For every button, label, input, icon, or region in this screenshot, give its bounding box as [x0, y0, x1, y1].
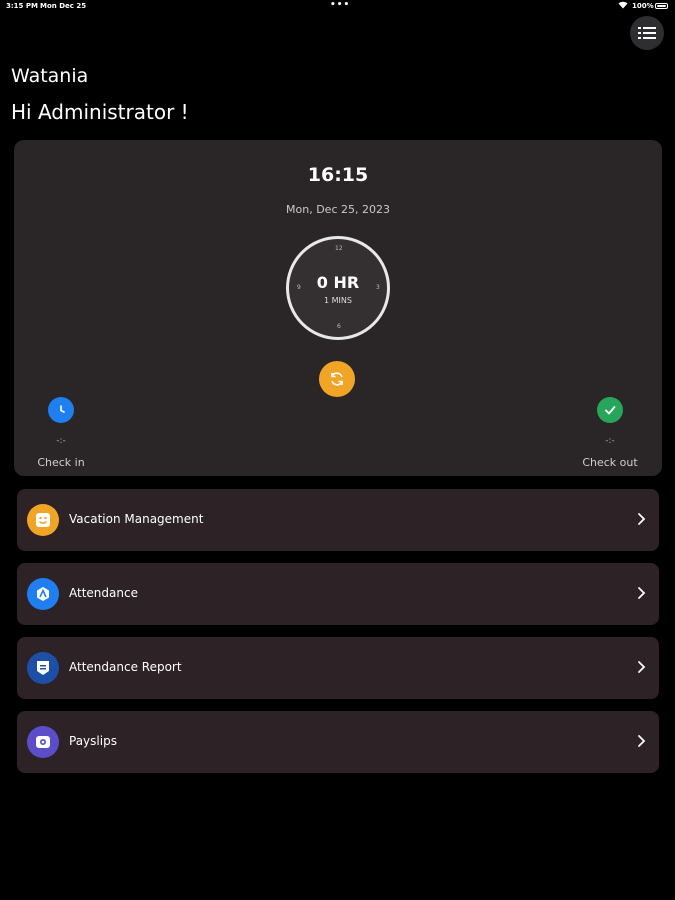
duration-hours: 0 HR — [316, 273, 360, 292]
menu-item-attendance-report[interactable]: Attendance Report — [17, 637, 659, 699]
menu-item-label: Attendance — [69, 586, 138, 600]
status-time: 3:15 PM — [6, 2, 38, 10]
dial-mark-12: 12 — [335, 245, 343, 252]
battery-icon — [655, 3, 668, 9]
attendance-clock-card: 16:15 Mon, Dec 25, 2023 12 3 6 9 0 HR 1 … — [14, 140, 662, 476]
status-bar: 3:15 PM Mon Dec 25 ••• 100% — [0, 0, 675, 14]
dial-mark-6: 6 — [337, 323, 341, 330]
check-out-button[interactable] — [597, 397, 623, 423]
screen: 3:15 PM Mon Dec 25 ••• 100% Watania Hi A… — [0, 0, 675, 900]
menu-button[interactable] — [630, 16, 664, 50]
battery-percent: 100% — [632, 2, 654, 10]
wifi-icon — [618, 1, 628, 11]
menu-item-label: Payslips — [69, 734, 117, 748]
chevron-right-icon — [638, 661, 646, 673]
refresh-icon — [331, 372, 343, 386]
checkmark-icon — [605, 406, 616, 415]
payslip-icon — [27, 726, 59, 758]
report-badge-icon — [27, 652, 59, 684]
menu-item-attendance[interactable]: Attendance — [17, 563, 659, 625]
attendance-icon — [27, 578, 59, 610]
app-title: Watania — [11, 65, 89, 87]
chevron-right-icon — [638, 513, 646, 525]
smile-face-icon — [27, 504, 59, 536]
status-date: Mon Dec 25 — [40, 2, 87, 10]
menu-item-vacation-management[interactable]: Vacation Management — [17, 489, 659, 551]
current-date: Mon, Dec 25, 2023 — [286, 203, 390, 216]
greeting: Hi Administrator ! — [11, 100, 189, 124]
check-out-time: -:- — [605, 436, 615, 446]
duration-minutes: 1 MINS — [324, 296, 352, 305]
chevron-right-icon — [638, 735, 646, 747]
current-time: 16:15 — [307, 164, 369, 186]
refresh-button[interactable] — [319, 361, 355, 397]
check-in-label: Check in — [37, 456, 85, 469]
menu-item-payslips[interactable]: Payslips — [17, 711, 659, 773]
check-out-label: Check out — [582, 456, 638, 469]
check-in-time: -:- — [56, 436, 66, 446]
check-in-button[interactable] — [48, 397, 74, 423]
multitask-dots[interactable]: ••• — [330, 0, 350, 10]
menu-item-label: Attendance Report — [69, 660, 182, 674]
chevron-right-icon — [638, 587, 646, 599]
work-duration-dial: 12 3 6 9 0 HR 1 MINS — [286, 236, 390, 340]
clock-icon — [60, 405, 65, 413]
menu-item-label: Vacation Management — [69, 512, 204, 526]
list-menu-icon — [638, 27, 656, 39]
